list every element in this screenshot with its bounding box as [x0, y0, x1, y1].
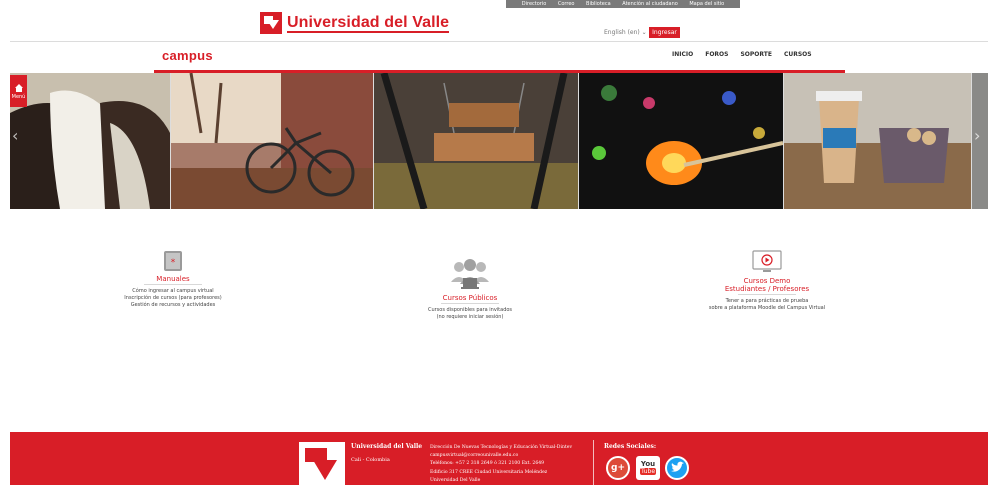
footer-university: Universidad del Valle — [351, 443, 423, 450]
nav-foros[interactable]: FOROS — [705, 51, 728, 58]
footer-info-line: Universidad Del Valle — [430, 477, 481, 483]
feature-subtitle: Estudiantes / Profesores — [724, 285, 810, 293]
google-plus-icon[interactable]: g+ — [606, 456, 630, 480]
svg-text:*: * — [171, 258, 176, 268]
carousel-prev-icon[interactable]: ‹ — [12, 128, 18, 144]
users-group-icon — [451, 259, 489, 289]
slide-match — [579, 73, 783, 209]
feature-line: Cursos disponibles para invitados — [427, 307, 513, 313]
footer-univalle-logo-icon — [299, 442, 345, 485]
footer-info-line: Edificio 317 CREE Ciudad Universitaria M… — [430, 469, 548, 475]
feature-line[interactable]: Cómo ingresar al campus virtual — [118, 288, 228, 295]
header-divider — [10, 41, 988, 42]
feature-title: Cursos Demo — [743, 277, 791, 285]
play-monitor-icon — [752, 250, 782, 272]
feature-cursos-demo[interactable]: Cursos Demo Estudiantes / Profesores Ten… — [700, 250, 834, 312]
youtube-icon[interactable]: You Tube — [636, 456, 660, 480]
login-button[interactable]: Ingresar — [649, 27, 680, 38]
feature-line[interactable]: Gestión de recursos y actividades — [118, 302, 228, 309]
feature-line: sobre a plataforma Moodle del Campus Vir… — [708, 305, 826, 311]
footer-separator — [593, 440, 594, 485]
manual-book-icon: * — [164, 251, 182, 271]
menu-label: Menú — [11, 93, 26, 100]
util-link-correo[interactable]: Correo — [558, 1, 575, 7]
footer-contact-info: Dirección De Nuevas Tecnologías y Educac… — [430, 444, 572, 485]
util-link-mapa[interactable]: Mapa del sitio — [689, 1, 724, 7]
util-link-biblioteca[interactable]: Biblioteca — [586, 1, 611, 7]
youtube-tube: Tube — [639, 468, 657, 475]
nav-inicio[interactable]: INICIO — [672, 51, 693, 58]
slide-horses — [10, 73, 170, 209]
feature-line[interactable]: Inscripción de cursos (para profesores) — [118, 295, 228, 302]
utility-bar: Directorio Correo Biblioteca Atención al… — [506, 0, 740, 8]
slide-coffee — [784, 73, 971, 209]
logo-text: Universidad del Valle — [287, 13, 450, 33]
social-title: Redes Sociales: — [604, 443, 657, 450]
univalle-logo-icon — [260, 12, 282, 34]
image-carousel[interactable] — [10, 73, 988, 209]
site-title[interactable]: campus — [162, 48, 213, 63]
feature-rule — [738, 294, 796, 295]
feature-cursos-publicos[interactable]: Cursos Públicos Cursos disponibles para … — [415, 258, 525, 321]
page: Directorio Correo Biblioteca Atención al… — [0, 0, 1000, 485]
twitter-bird-icon — [671, 461, 684, 472]
nav-soporte[interactable]: SOPORTE — [740, 51, 771, 58]
language-selector[interactable]: English (en) ⌄ — [604, 29, 647, 36]
youtube-you: You — [640, 460, 656, 468]
slide-bicycle — [171, 73, 373, 209]
util-link-directorio[interactable]: Directorio — [522, 1, 547, 7]
carousel-next-icon[interactable]: › — [974, 128, 980, 144]
feature-line: Tener a para prácticas de prueba — [725, 298, 809, 304]
util-link-atencion[interactable]: Atención al ciudadano — [622, 1, 678, 7]
feature-title: Manuales — [156, 275, 190, 283]
feature-rule — [441, 303, 499, 304]
nav-cursos[interactable]: CURSOS — [784, 51, 812, 58]
footer-info-line: Dirección De Nuevas Tecnologías y Educac… — [430, 445, 573, 450]
feature-title: Cursos Públicos — [442, 294, 498, 302]
footer-email-link[interactable]: campusvirtual@correounivalle.edu.co — [430, 452, 572, 460]
feature-manuales[interactable]: * Manuales Cómo ingresar al campus virtu… — [118, 250, 228, 309]
university-logo[interactable]: Universidad del Valle — [260, 12, 450, 34]
twitter-icon[interactable] — [665, 456, 689, 480]
main-nav: INICIO FOROS SOPORTE CURSOS — [672, 51, 812, 58]
footer-info-line: Teléfonos: +57 2 318 2649 ó 321 2100 Ext… — [430, 461, 545, 467]
home-icon — [14, 83, 23, 92]
footer: Universidad del Valle Cali - Colombia Di… — [10, 432, 988, 485]
feature-rule — [144, 284, 202, 285]
feature-line: (no requiere iniciar sesión) — [436, 314, 504, 320]
footer-city: Cali - Colombia — [351, 457, 390, 463]
menu-toggle-button[interactable]: Menú — [10, 75, 27, 107]
slide-swing — [374, 73, 578, 209]
